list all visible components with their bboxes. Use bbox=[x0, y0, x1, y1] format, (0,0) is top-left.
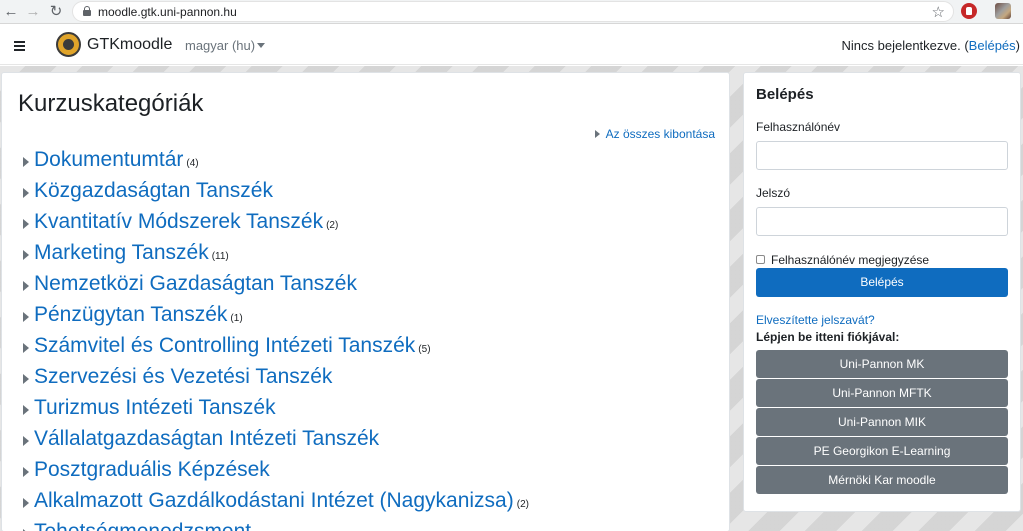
other-accounts-label: Lépjen be itteni fiókjával: bbox=[756, 330, 900, 344]
expand-arrow-icon[interactable] bbox=[23, 436, 29, 446]
expand-arrow-icon[interactable] bbox=[23, 250, 29, 260]
category-name[interactable]: Szervezési és Vezetési Tanszék bbox=[34, 365, 332, 388]
extension-icon[interactable] bbox=[961, 3, 977, 19]
login-block-title: Belépés bbox=[756, 86, 814, 103]
forgot-password-link[interactable]: Elveszítette jelszavát? bbox=[756, 313, 875, 327]
password-field[interactable] bbox=[756, 207, 1008, 236]
sso-button-georgikon[interactable]: PE Georgikon E-Learning bbox=[756, 437, 1008, 465]
expand-arrow-icon[interactable] bbox=[23, 188, 29, 198]
username-field[interactable] bbox=[756, 141, 1008, 170]
menu-toggle-icon[interactable] bbox=[0, 31, 40, 60]
expand-arrow-icon[interactable] bbox=[23, 467, 29, 477]
category-name[interactable]: Kvantitatív Módszerek Tanszék bbox=[34, 210, 323, 233]
login-status: Nincs bejelentkezve. (Belépés) bbox=[842, 38, 1021, 53]
sso-button-uni-pannon-mk[interactable]: Uni-Pannon MK bbox=[756, 350, 1008, 378]
remember-checkbox[interactable] bbox=[756, 255, 765, 264]
category-name[interactable]: Dokumentumtár bbox=[34, 148, 183, 171]
site-name[interactable]: GTKmoodle bbox=[87, 36, 172, 54]
sso-button-uni-pannon-mftk[interactable]: Uni-Pannon MFTK bbox=[756, 379, 1008, 407]
page-title: Kurzuskategóriák bbox=[18, 90, 204, 117]
expand-all-label: Az összes kibontása bbox=[605, 127, 715, 141]
login-status-close: ) bbox=[1015, 38, 1020, 53]
expand-arrow-icon[interactable] bbox=[23, 374, 29, 384]
category-name[interactable]: Tehetségmenedzsment bbox=[34, 520, 251, 531]
category-name[interactable]: Közgazdaságtan Tanszék bbox=[34, 179, 273, 202]
category-name[interactable]: Pénzügytan Tanszék bbox=[34, 303, 227, 326]
site-navbar: GTKmoodle magyar (hu) Nincs bejelentkezv… bbox=[0, 25, 1023, 65]
profile-avatar[interactable] bbox=[995, 3, 1011, 19]
browser-toolbar: ← → ↻ moodle.gtk.uni-pannon.hu ☆ bbox=[0, 0, 1023, 24]
category-name[interactable]: Turizmus Intézeti Tanszék bbox=[34, 396, 276, 419]
main-content: Kurzuskategóriák Az összes kibontása Dok… bbox=[1, 72, 730, 531]
expand-arrow-icon[interactable] bbox=[23, 498, 29, 508]
address-bar-url: moodle.gtk.uni-pannon.hu bbox=[98, 5, 237, 19]
category-name[interactable]: Alkalmazott Gazdálkodástani Intézet (Nag… bbox=[34, 489, 514, 512]
category-name[interactable]: Nemzetközi Gazdaságtan Tanszék bbox=[34, 272, 357, 295]
expand-all-link[interactable]: Az összes kibontása bbox=[594, 127, 715, 141]
forward-icon[interactable]: → bbox=[24, 3, 42, 21]
login-block: Belépés Felhasználónév Jelszó Felhasznál… bbox=[743, 72, 1021, 512]
remember-username[interactable]: Felhasználónév megjegyzése bbox=[756, 253, 929, 267]
reload-icon[interactable]: ↻ bbox=[47, 3, 65, 21]
bookmark-star-icon[interactable]: ☆ bbox=[932, 3, 945, 21]
remember-label[interactable]: Felhasználónév megjegyzése bbox=[771, 253, 929, 267]
language-selector[interactable]: magyar (hu) bbox=[185, 38, 255, 53]
category-count: (4) bbox=[186, 158, 199, 169]
login-status-text: Nincs bejelentkezve. ( bbox=[841, 38, 969, 53]
expand-arrow-icon[interactable] bbox=[23, 219, 29, 229]
password-label: Jelszó bbox=[756, 186, 791, 200]
category-name[interactable]: Marketing Tanszék bbox=[34, 241, 209, 264]
category-count: (2) bbox=[516, 499, 529, 510]
chevron-down-icon[interactable] bbox=[257, 43, 265, 48]
expand-icon bbox=[594, 130, 600, 138]
category-count: (11) bbox=[211, 251, 229, 262]
expand-arrow-icon[interactable] bbox=[23, 343, 29, 353]
category-count: (5) bbox=[418, 344, 431, 355]
site-logo[interactable] bbox=[56, 32, 81, 57]
expand-arrow-icon[interactable] bbox=[23, 281, 29, 291]
category-count: (1) bbox=[230, 313, 243, 324]
lock-icon[interactable] bbox=[83, 6, 91, 16]
sso-button-uni-pannon-mik[interactable]: Uni-Pannon MIK bbox=[756, 408, 1008, 436]
login-button[interactable]: Belépés bbox=[756, 268, 1008, 297]
sso-button-mernoki-kar[interactable]: Mérnöki Kar moodle bbox=[756, 466, 1008, 494]
expand-arrow-icon[interactable] bbox=[23, 157, 29, 167]
username-label: Felhasználónév bbox=[756, 120, 841, 134]
back-icon[interactable]: ← bbox=[2, 3, 20, 21]
address-bar[interactable]: moodle.gtk.uni-pannon.hu ☆ bbox=[72, 1, 954, 22]
expand-arrow-icon[interactable] bbox=[23, 312, 29, 322]
category-count: (2) bbox=[326, 220, 339, 231]
category-name[interactable]: Posztgraduális Képzések bbox=[34, 458, 270, 481]
login-link[interactable]: Belépés bbox=[969, 38, 1016, 53]
category-name[interactable]: Számvitel és Controlling Intézeti Tanszé… bbox=[34, 334, 415, 357]
expand-arrow-icon[interactable] bbox=[23, 405, 29, 415]
category-name[interactable]: Vállalatgazdaságtan Intézeti Tanszék bbox=[34, 427, 379, 450]
